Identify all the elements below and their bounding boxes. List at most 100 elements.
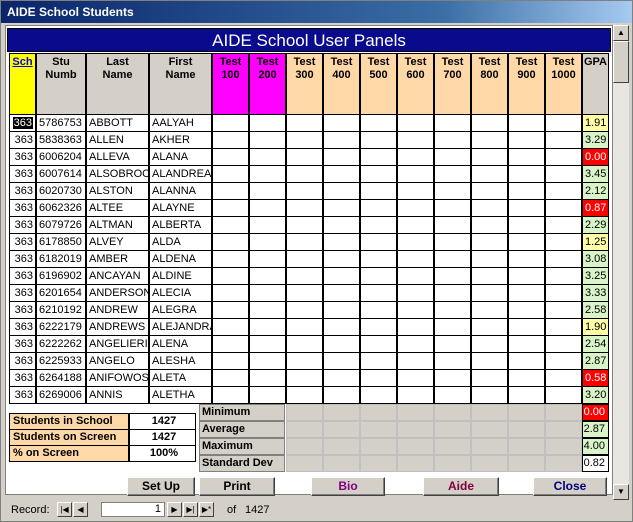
cell-t400[interactable] — [323, 268, 360, 285]
cell-gpa[interactable]: 1.90 — [582, 319, 609, 336]
cell-gpa[interactable]: 3.20 — [582, 387, 609, 404]
cell-sch[interactable]: 363 — [9, 251, 36, 268]
cell-t300[interactable] — [286, 115, 323, 132]
cell-t300[interactable] — [286, 234, 323, 251]
cell-t100[interactable] — [212, 149, 249, 166]
cell-t300[interactable] — [286, 132, 323, 149]
cell-t600[interactable] — [397, 217, 434, 234]
cell-t300[interactable] — [286, 217, 323, 234]
cell-t100[interactable] — [212, 234, 249, 251]
cell-t300[interactable] — [286, 183, 323, 200]
cell-t800[interactable] — [471, 166, 508, 183]
cell-last[interactable]: ANGELIERI — [86, 336, 149, 353]
cell-stu[interactable]: 6196902 — [36, 268, 86, 285]
cell-last[interactable]: ALSTON — [86, 183, 149, 200]
cell-t900[interactable] — [508, 302, 545, 319]
cell-last[interactable]: ALVEY — [86, 234, 149, 251]
cell-t300[interactable] — [286, 200, 323, 217]
cell-t1000[interactable] — [545, 336, 582, 353]
cell-sch[interactable]: 363 — [9, 234, 36, 251]
cell-t600[interactable] — [397, 319, 434, 336]
cell-stu[interactable]: 6210192 — [36, 302, 86, 319]
cell-t700[interactable] — [434, 115, 471, 132]
cell-t300[interactable] — [286, 319, 323, 336]
cell-t700[interactable] — [434, 217, 471, 234]
cell-t700[interactable] — [434, 387, 471, 404]
cell-sch[interactable]: 363 — [9, 285, 36, 302]
cell-t200[interactable] — [249, 149, 286, 166]
cell-t200[interactable] — [249, 234, 286, 251]
cell-sch[interactable]: 363 — [9, 217, 36, 234]
cell-t200[interactable] — [249, 132, 286, 149]
cell-t100[interactable] — [212, 251, 249, 268]
cell-stu[interactable]: 6264188 — [36, 370, 86, 387]
cell-last[interactable]: ANDREWS — [86, 319, 149, 336]
cell-stu[interactable]: 5786753 — [36, 115, 86, 132]
cell-gpa[interactable]: 0.87 — [582, 200, 609, 217]
cell-t1000[interactable] — [545, 251, 582, 268]
cell-t700[interactable] — [434, 370, 471, 387]
cell-t400[interactable] — [323, 251, 360, 268]
cell-t200[interactable] — [249, 268, 286, 285]
cell-t900[interactable] — [508, 183, 545, 200]
cell-sch[interactable]: 363 — [9, 149, 36, 166]
cell-t800[interactable] — [471, 319, 508, 336]
aide-button[interactable]: Aide — [423, 477, 499, 496]
cell-t100[interactable] — [212, 302, 249, 319]
cell-t300[interactable] — [286, 353, 323, 370]
cell-t100[interactable] — [212, 319, 249, 336]
cell-t400[interactable] — [323, 217, 360, 234]
cell-t200[interactable] — [249, 302, 286, 319]
cell-sch[interactable]: 363 — [9, 183, 36, 200]
cell-first[interactable]: ALBERTA — [149, 217, 212, 234]
cell-t300[interactable] — [286, 268, 323, 285]
cell-t1000[interactable] — [545, 183, 582, 200]
cell-t600[interactable] — [397, 387, 434, 404]
cell-last[interactable]: AMBER — [86, 251, 149, 268]
cell-first[interactable]: ALDINE — [149, 268, 212, 285]
cell-stu[interactable]: 6178850 — [36, 234, 86, 251]
cell-t100[interactable] — [212, 132, 249, 149]
cell-last[interactable]: ANCAYAN — [86, 268, 149, 285]
cell-t500[interactable] — [360, 319, 397, 336]
cell-t800[interactable] — [471, 251, 508, 268]
cell-t300[interactable] — [286, 149, 323, 166]
cell-first[interactable]: AALYAH — [149, 115, 212, 132]
cell-t500[interactable] — [360, 217, 397, 234]
cell-last[interactable]: ANDREW — [86, 302, 149, 319]
cell-t700[interactable] — [434, 132, 471, 149]
cell-sch[interactable]: 363 — [9, 115, 36, 132]
cell-t900[interactable] — [508, 353, 545, 370]
cell-t300[interactable] — [286, 251, 323, 268]
cell-t400[interactable] — [323, 370, 360, 387]
cell-t700[interactable] — [434, 302, 471, 319]
cell-last[interactable]: ANGELO — [86, 353, 149, 370]
cell-t200[interactable] — [249, 115, 286, 132]
cell-t500[interactable] — [360, 353, 397, 370]
cell-first[interactable]: ALANNA — [149, 183, 212, 200]
cell-gpa[interactable]: 2.12 — [582, 183, 609, 200]
cell-last[interactable]: ANNIS — [86, 387, 149, 404]
cell-t400[interactable] — [323, 166, 360, 183]
cell-t600[interactable] — [397, 285, 434, 302]
cell-t600[interactable] — [397, 370, 434, 387]
first-record-icon[interactable]: |◀ — [57, 502, 72, 517]
cell-t800[interactable] — [471, 217, 508, 234]
cell-stu[interactable]: 6006204 — [36, 149, 86, 166]
cell-t700[interactable] — [434, 234, 471, 251]
cell-t100[interactable] — [212, 370, 249, 387]
cell-t500[interactable] — [360, 336, 397, 353]
cell-gpa[interactable]: 3.08 — [582, 251, 609, 268]
cell-t100[interactable] — [212, 387, 249, 404]
cell-t200[interactable] — [249, 285, 286, 302]
cell-stu[interactable]: 6225933 — [36, 353, 86, 370]
cell-first[interactable]: ALEGRA — [149, 302, 212, 319]
cell-t400[interactable] — [323, 319, 360, 336]
cell-t600[interactable] — [397, 132, 434, 149]
cell-stu[interactable]: 6062326 — [36, 200, 86, 217]
cell-t500[interactable] — [360, 183, 397, 200]
cell-t600[interactable] — [397, 302, 434, 319]
new-record-icon[interactable]: ▶* — [199, 502, 214, 517]
setup-button[interactable]: Set Up — [127, 477, 195, 496]
cell-t900[interactable] — [508, 166, 545, 183]
